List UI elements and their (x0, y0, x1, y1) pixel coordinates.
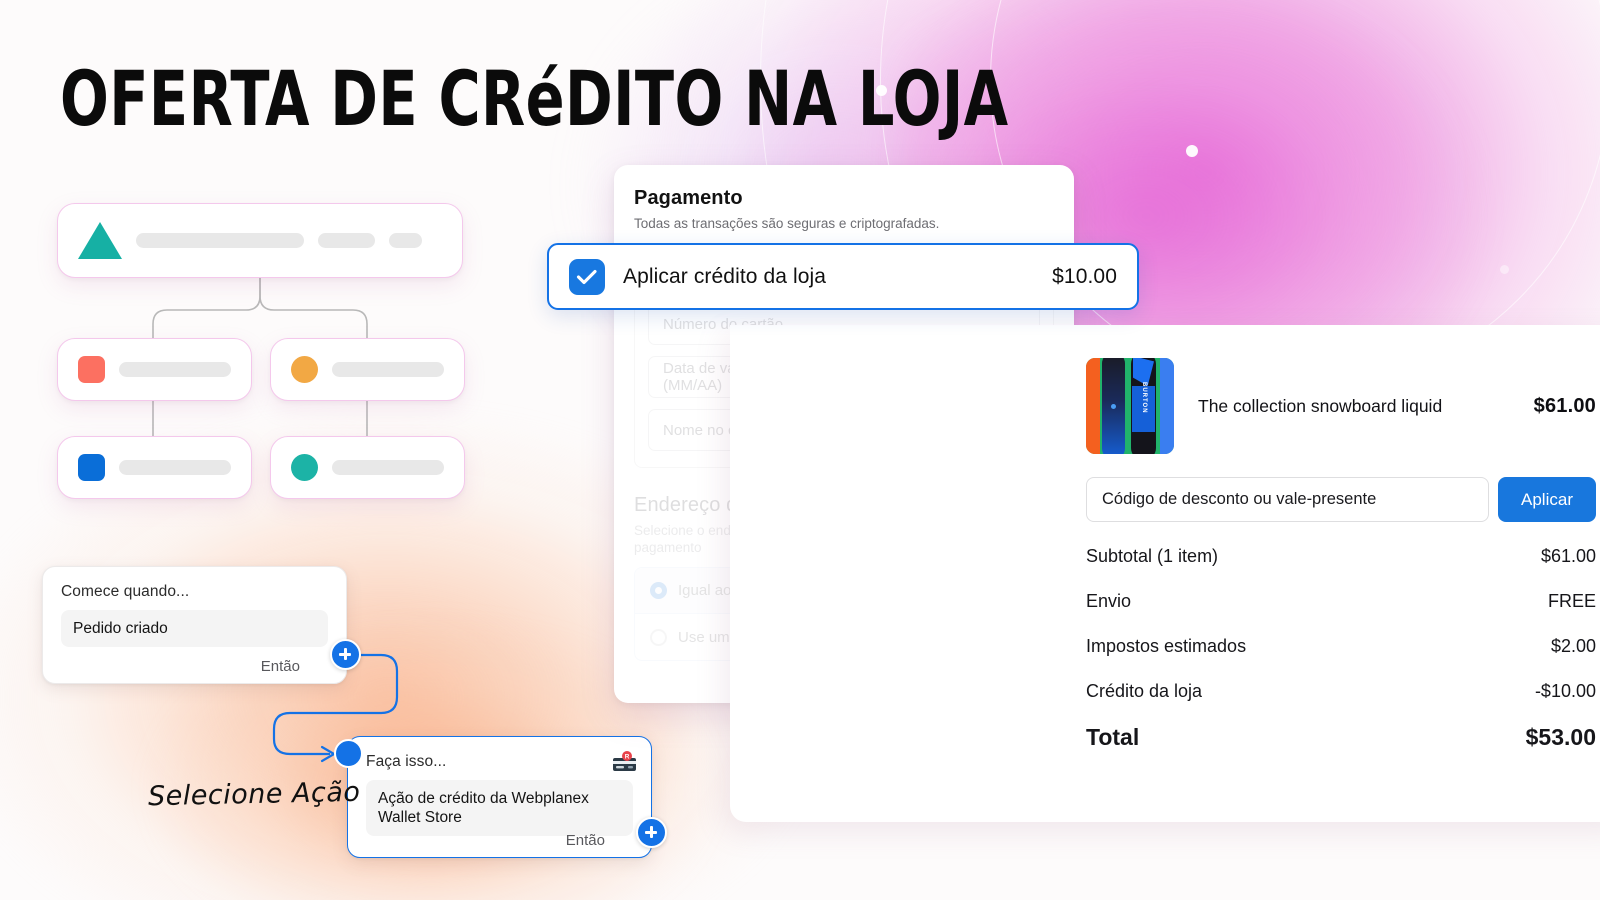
total-label: Total (1086, 724, 1140, 750)
placeholder-bar (332, 362, 444, 377)
payment-title: Pagamento (634, 187, 743, 209)
discount-row: Código de desconto ou vale-presente Apli… (1086, 477, 1596, 522)
summary-line-value: $2.00 (1550, 636, 1596, 656)
summary-line-label: Crédito da loja (1086, 681, 1203, 701)
summary-line: Subtotal (1 item) $61.00 (1086, 546, 1596, 567)
summary-line-label: Impostos estimados (1086, 636, 1247, 656)
svg-text:R: R (625, 754, 630, 761)
product-name: The collection snowboard liquid (1198, 395, 1443, 416)
action-card[interactable]: Faça isso... R Ação de crédito da Webpla… (347, 736, 652, 858)
summary-line-value: -$10.00 (1534, 681, 1596, 701)
summary-line: Envio FREE (1086, 591, 1596, 612)
circle-icon (291, 356, 318, 383)
triangle-icon (78, 222, 122, 259)
placeholder-bar (389, 233, 422, 248)
store-credit-checkbox[interactable] (569, 258, 605, 295)
radio-selected-icon (650, 582, 667, 599)
discount-code-input[interactable]: Código de desconto ou vale-presente (1086, 477, 1489, 522)
flow-node-root[interactable] (57, 203, 463, 278)
trigger-heading: Comece quando... (61, 583, 190, 600)
store-credit-amount: $10.00 (1052, 264, 1117, 288)
placeholder-bar (119, 460, 231, 475)
summary-line-label: Subtotal (1 item) (1086, 546, 1219, 566)
flow-node-left-2[interactable] (57, 436, 252, 499)
action-value[interactable]: Ação de crédito da Webplanex Wallet Stor… (366, 780, 633, 836)
add-step-button-trigger[interactable] (330, 639, 361, 670)
product-brand-label: BURTON (1141, 382, 1147, 414)
rounded-square-icon (78, 356, 105, 383)
page-title: OFERTA DE CRéDITO NA LOJA (60, 54, 1009, 143)
product-price: $61.00 (1533, 394, 1596, 417)
decor-dot-3 (1500, 265, 1509, 274)
trigger-value[interactable]: Pedido criado (61, 610, 328, 647)
circle-icon (291, 454, 318, 481)
action-heading: Faça isso... (366, 753, 447, 770)
summary-line: Crédito da loja -$10.00 (1086, 681, 1596, 702)
action-then-label: Então (565, 832, 605, 849)
flow-node-right-2[interactable] (270, 436, 465, 499)
placeholder-bar (318, 233, 375, 248)
placeholder-bar (332, 460, 444, 475)
store-credit-label: Aplicar crédito da loja (623, 264, 827, 288)
trigger-card[interactable]: Comece quando... Pedido criado Então (42, 566, 347, 684)
product-row: BURTON The collection snowboard liquid $… (1086, 358, 1596, 454)
flow-node-left-1[interactable] (57, 338, 252, 401)
order-summary-panel: BURTON The collection snowboard liquid $… (730, 325, 1600, 822)
annotation-select-action: Selecione Ação (147, 776, 361, 813)
summary-lines: Subtotal (1 item) $61.00 Envio FREE Impostos… (1086, 546, 1596, 702)
add-step-button-action[interactable] (636, 817, 667, 848)
summary-line-label: Envio (1086, 591, 1132, 611)
placeholder-bar (136, 233, 304, 248)
summary-line-value: $61.00 (1540, 546, 1596, 566)
payment-subtitle: Todas as transações são seguras e cripto… (634, 216, 940, 231)
total-value: $53.00 (1525, 724, 1596, 750)
decor-dot-2 (1186, 145, 1198, 157)
apply-discount-button[interactable]: Aplicar (1498, 477, 1596, 522)
summary-line: Impostos estimados $2.00 (1086, 636, 1596, 657)
placeholder-bar (119, 362, 231, 377)
summary-total-row: Total $53.00 (1086, 724, 1596, 751)
product-thumbnail: BURTON (1086, 358, 1174, 454)
trigger-then-label: Então (260, 658, 300, 675)
wallet-card-icon: R (613, 751, 636, 771)
check-icon (576, 269, 597, 284)
flow-node-right-1[interactable] (270, 338, 465, 401)
apply-store-credit-row[interactable]: Aplicar crédito da loja $10.00 (547, 243, 1139, 310)
summary-line-value: FREE (1547, 591, 1596, 611)
radio-unselected-icon (650, 628, 667, 646)
action-node-dot[interactable] (334, 739, 363, 768)
rounded-square-icon (78, 454, 105, 481)
